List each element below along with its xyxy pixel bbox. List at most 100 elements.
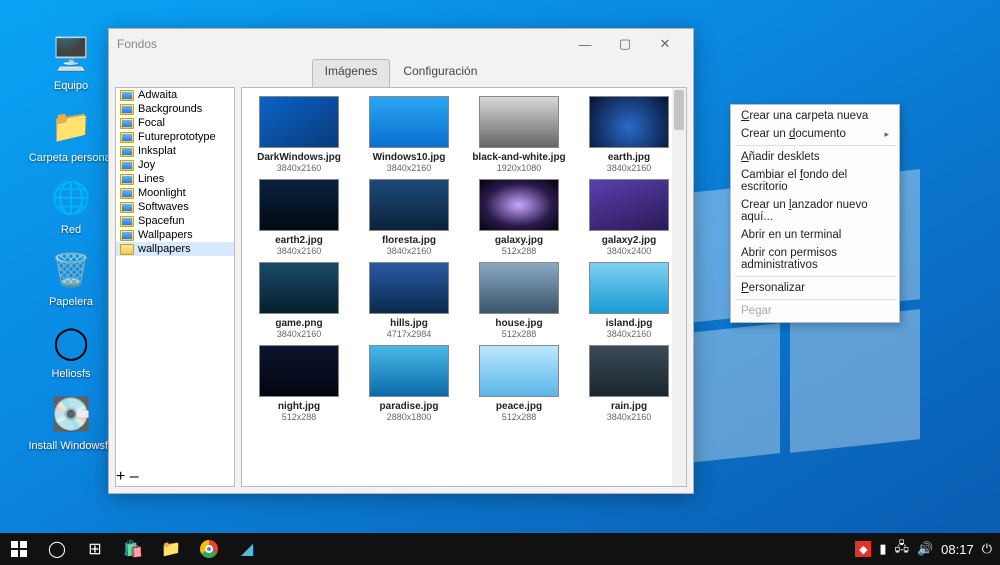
menu-separator xyxy=(735,145,895,146)
network-icon[interactable]: 🖧 xyxy=(894,538,909,560)
thumbnail-filename: Windows10.jpg xyxy=(356,152,462,163)
store-icon[interactable]: 🛍️ xyxy=(114,533,152,565)
titlebar[interactable]: Fondos — ▢ ✕ xyxy=(109,29,693,59)
thumb-earth-jpg[interactable]: earth.jpg3840x2160 xyxy=(576,96,682,173)
thumbnail-image xyxy=(589,179,669,231)
thumbnail-dimensions: 3840x2160 xyxy=(246,329,352,339)
folder-label: Joy xyxy=(138,159,155,171)
desktop-icon-carpeta-personal[interactable]: 📁Carpeta personal xyxy=(28,104,114,165)
tray-notification-icon[interactable]: ◆ xyxy=(855,541,871,557)
menu-item-abrir-en-un-terminal[interactable]: Abrir en un terminal xyxy=(731,226,899,244)
desktop-icon-papelera[interactable]: 🗑️Papelera xyxy=(28,248,114,309)
thumb-black-and-white-jpg[interactable]: black-and-white.jpg1920x1080 xyxy=(466,96,572,173)
clock[interactable]: 08:17 xyxy=(941,542,974,557)
menu-item-pegar: Pegar xyxy=(731,302,899,320)
folder-item-inksplat[interactable]: Inksplat xyxy=(116,144,234,158)
menu-item-crear-un-lanzador-nuevo-aqu-[interactable]: Crear un lanzador nuevo aquí... xyxy=(731,196,899,226)
menu-item-personalizar[interactable]: Personalizar xyxy=(731,279,899,297)
start-button[interactable] xyxy=(0,533,38,565)
minimize-button[interactable]: — xyxy=(565,30,605,58)
folder-item-joy[interactable]: Joy xyxy=(116,158,234,172)
thumbnail-filename: night.jpg xyxy=(246,401,352,412)
desktop-icon-heliosfs[interactable]: ◯Heliosfs xyxy=(28,320,114,381)
system-tray: ◆ ▮ 🖧 🔊 08:17 ⏻ xyxy=(847,538,1000,560)
picture-folder-icon xyxy=(120,146,134,157)
thumbnail-dimensions: 3840x2400 xyxy=(576,246,682,256)
folder-label: Backgrounds xyxy=(138,103,202,115)
search-button[interactable]: ◯ xyxy=(38,533,76,565)
desktop-icon-label: Red xyxy=(28,224,114,237)
thumb-night-jpg[interactable]: night.jpg512x288 xyxy=(246,345,352,422)
add-folder-button[interactable]: + xyxy=(116,468,125,485)
scrollbar[interactable] xyxy=(672,88,686,486)
menu-item-label: Crear una carpeta nueva xyxy=(741,110,868,122)
thumbnail-filename: peace.jpg xyxy=(466,401,572,412)
tab-imágenes[interactable]: Imágenes xyxy=(312,59,391,87)
folder-tree[interactable]: AdwaitaBackgroundsFocalFutureprototypeIn… xyxy=(116,88,234,468)
thumbnail-dimensions: 3840x2160 xyxy=(246,246,352,256)
thumbnail-image xyxy=(589,96,669,148)
thumb-galaxy2-jpg[interactable]: galaxy2.jpg3840x2400 xyxy=(576,179,682,256)
close-button[interactable]: ✕ xyxy=(645,30,685,58)
folder-icon xyxy=(120,244,134,255)
thumb-paradise-jpg[interactable]: paradise.jpg2880x1800 xyxy=(356,345,462,422)
menu-item-a-adir-desklets[interactable]: Añadir desklets xyxy=(731,148,899,166)
volume-icon[interactable]: 🔊 xyxy=(917,541,933,557)
thumb-hills-jpg[interactable]: hills.jpg4717x2984 xyxy=(356,262,462,339)
folder-label: Moonlight xyxy=(138,187,186,199)
thumb-earth2-jpg[interactable]: earth2.jpg3840x2160 xyxy=(246,179,352,256)
folder-item-moonlight[interactable]: Moonlight xyxy=(116,186,234,200)
folder-item-adwaita[interactable]: Adwaita xyxy=(116,88,234,102)
folder-item-backgrounds[interactable]: Backgrounds xyxy=(116,102,234,116)
desktop-icon-equipo[interactable]: 🖥️Equipo xyxy=(28,32,114,93)
thumbnail-filename: black-and-white.jpg xyxy=(466,152,572,163)
thumb-floresta-jpg[interactable]: floresta.jpg3840x2160 xyxy=(356,179,462,256)
desktop-icon-red[interactable]: 🌐Red xyxy=(28,176,114,237)
desktop-icon-install-windowsfs[interactable]: 💽Install Windowsfs xyxy=(28,392,114,453)
folder-item-focal[interactable]: Focal xyxy=(116,116,234,130)
thumbnail-filename: island.jpg xyxy=(576,318,682,329)
thumb-island-jpg[interactable]: island.jpg3840x2160 xyxy=(576,262,682,339)
thumb-windows10-jpg[interactable]: Windows10.jpg3840x2160 xyxy=(356,96,462,173)
file-explorer-icon[interactable]: 📁 xyxy=(152,533,190,565)
desktop-icon-label: Install Windowsfs xyxy=(28,440,114,453)
thumb-house-jpg[interactable]: house.jpg512x288 xyxy=(466,262,572,339)
remove-folder-button[interactable]: – xyxy=(130,468,139,485)
thumb-galaxy-jpg[interactable]: galaxy.jpg512x288 xyxy=(466,179,572,256)
sidebar-tools: + – xyxy=(116,468,234,486)
thumbnail-filename: galaxy2.jpg xyxy=(576,235,682,246)
maximize-button[interactable]: ▢ xyxy=(605,30,645,58)
window-title: Fondos xyxy=(117,37,565,51)
desktop-glyph-icon: 🗑️ xyxy=(49,248,93,292)
folder-item-wallpapers[interactable]: wallpapers xyxy=(116,242,234,256)
power-icon[interactable]: ⏻ xyxy=(982,541,992,557)
menu-item-cambiar-el-fondo-del-escritorio[interactable]: Cambiar el fondo del escritorio xyxy=(731,166,899,196)
tab-configuración[interactable]: Configuración xyxy=(390,59,490,87)
menu-item-crear-un-documento[interactable]: Crear un documento xyxy=(731,125,899,143)
thumb-darkwindows-jpg[interactable]: DarkWindows.jpg3840x2160 xyxy=(246,96,352,173)
thumb-game-png[interactable]: game.png3840x2160 xyxy=(246,262,352,339)
folder-item-wallpapers[interactable]: Wallpapers xyxy=(116,228,234,242)
thumbnail-grid[interactable]: DarkWindows.jpg3840x2160Windows10.jpg384… xyxy=(241,87,687,487)
desktop-icon-label: Equipo xyxy=(28,80,114,93)
chrome-icon[interactable] xyxy=(190,533,228,565)
folder-item-spacefun[interactable]: Spacefun xyxy=(116,214,234,228)
menu-item-crear-una-carpeta-nueva[interactable]: Crear una carpeta nueva xyxy=(731,107,899,125)
taskview-button[interactable]: ⊞ xyxy=(76,533,114,565)
menu-item-abrir-con-permisos-administrativos[interactable]: Abrir con permisos administrativos xyxy=(731,244,899,274)
thumbnail-image xyxy=(259,262,339,314)
thumbnail-image xyxy=(259,345,339,397)
battery-icon[interactable]: ▮ xyxy=(879,541,886,557)
folder-label: wallpapers xyxy=(138,243,191,255)
thumb-rain-jpg[interactable]: rain.jpg3840x2160 xyxy=(576,345,682,422)
app-icon[interactable]: ◢ xyxy=(228,533,266,565)
picture-folder-icon xyxy=(120,104,134,115)
picture-folder-icon xyxy=(120,90,134,101)
thumbnail-filename: game.png xyxy=(246,318,352,329)
folder-item-futureprototype[interactable]: Futureprototype xyxy=(116,130,234,144)
thumb-peace-jpg[interactable]: peace.jpg512x288 xyxy=(466,345,572,422)
picture-folder-icon xyxy=(120,202,134,213)
folder-item-lines[interactable]: Lines xyxy=(116,172,234,186)
thumbnail-dimensions: 3840x2160 xyxy=(576,412,682,422)
folder-item-softwaves[interactable]: Softwaves xyxy=(116,200,234,214)
